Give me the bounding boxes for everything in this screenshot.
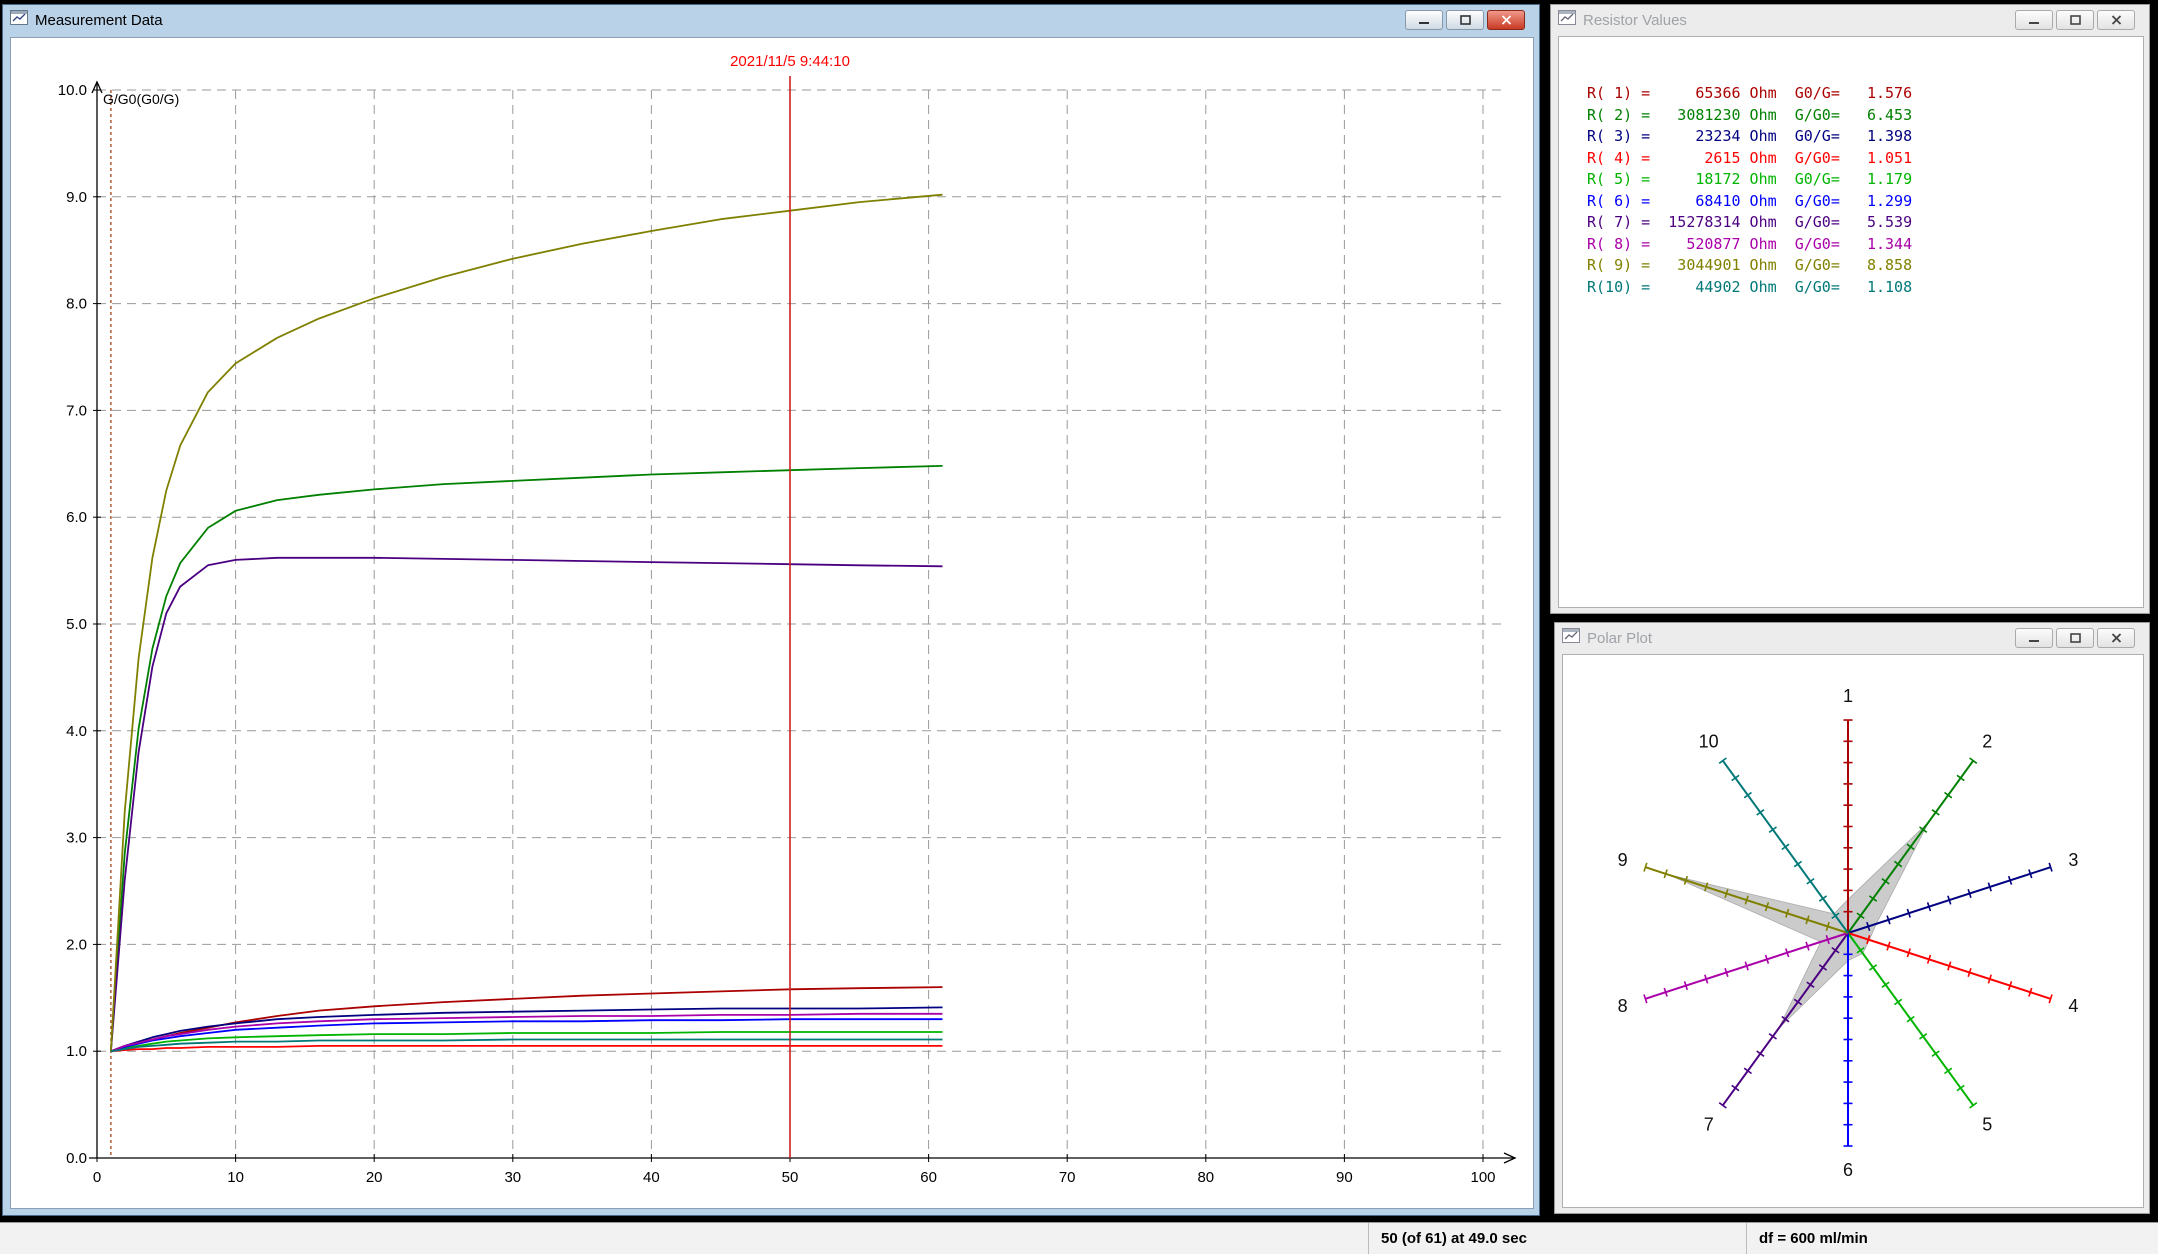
resistor-row: R(10) = 44902 Ohm G/G0= 1.108 <box>1587 277 2143 299</box>
desktop: Measurement Data 0.0 1.0 2.0 3.0 4.0 5.0 6.0 7.… <box>0 0 2158 1254</box>
svg-text:7.0: 7.0 <box>66 402 87 419</box>
svg-text:6.0: 6.0 <box>66 509 87 526</box>
resistor-row: R( 7) = 15278314 Ohm G/G0= 5.539 <box>1587 212 2143 234</box>
minimize-button[interactable] <box>2015 10 2053 30</box>
maximize-button[interactable] <box>2056 10 2094 30</box>
svg-text:90: 90 <box>1336 1169 1353 1186</box>
svg-text:10: 10 <box>227 1169 244 1186</box>
app-icon <box>1562 628 1580 648</box>
polar-plot-window: Polar Plot 1 2 3 4 5 6 7 8 9 10 <box>1554 622 2150 1214</box>
svg-text:60: 60 <box>920 1169 937 1186</box>
polar-plot-area: 1 2 3 4 5 6 7 8 9 10 <box>1562 654 2144 1208</box>
svg-text:2021/11/5 9:44:10: 2021/11/5 9:44:10 <box>730 53 850 70</box>
svg-text:3.0: 3.0 <box>66 830 87 847</box>
svg-text:0: 0 <box>93 1169 101 1186</box>
svg-text:80: 80 <box>1197 1169 1214 1186</box>
svg-text:9: 9 <box>1618 850 1628 870</box>
app-icon <box>10 10 28 30</box>
measurement-chart-svg[interactable]: 0.0 1.0 2.0 3.0 4.0 5.0 6.0 7.0 8.0 9.0 10.0 0 10 20 3… <box>11 38 1534 1209</box>
resistor-row: R( 6) = 68410 Ohm G/G0= 1.299 <box>1587 191 2143 213</box>
svg-text:8: 8 <box>1618 996 1628 1016</box>
close-button[interactable] <box>2097 10 2135 30</box>
minimize-button[interactable] <box>1405 10 1443 30</box>
svg-text:10.0: 10.0 <box>58 82 87 99</box>
svg-text:2: 2 <box>1982 731 1992 751</box>
resistor-row: R( 5) = 18172 Ohm G0/G= 1.179 <box>1587 169 2143 191</box>
measurement-chart-area[interactable]: 0.0 1.0 2.0 3.0 4.0 5.0 6.0 7.0 8.0 9.0 10.0 0 10 20 3… <box>10 37 1534 1209</box>
svg-text:100: 100 <box>1470 1169 1495 1186</box>
svg-text:1.0: 1.0 <box>66 1043 87 1060</box>
svg-text:70: 70 <box>1059 1169 1076 1186</box>
resistor-values-area: R( 1) = 65366 Ohm G0/G= 1.576R( 2) = 308… <box>1558 36 2144 608</box>
status-flow: df = 600 ml/min <box>1746 1223 2158 1254</box>
svg-text:5: 5 <box>1982 1115 1992 1135</box>
app-icon <box>1558 10 1576 30</box>
resistor-row: R( 1) = 65366 Ohm G0/G= 1.576 <box>1587 83 2143 105</box>
svg-text:50: 50 <box>782 1169 799 1186</box>
resistor-row: R( 9) = 3044901 Ohm G/G0= 8.858 <box>1587 255 2143 277</box>
measurement-data-window: Measurement Data 0.0 1.0 2.0 3.0 4.0 5.0 6.0 7.… <box>2 4 1540 1216</box>
svg-text:0.0: 0.0 <box>66 1150 87 1167</box>
polar-titlebar[interactable]: Polar Plot <box>1555 623 2149 653</box>
resistor-titlebar[interactable]: Resistor Values <box>1551 5 2149 35</box>
measurement-titlebar[interactable]: Measurement Data <box>3 5 1539 35</box>
polar-plot-svg: 1 2 3 4 5 6 7 8 9 10 <box>1563 655 2144 1208</box>
window-title: Resistor Values <box>1583 12 1687 29</box>
resistor-row: R( 8) = 520877 Ohm G/G0= 1.344 <box>1587 234 2143 256</box>
svg-text:4.0: 4.0 <box>66 723 87 740</box>
resistor-row: R( 2) = 3081230 Ohm G/G0= 6.453 <box>1587 105 2143 127</box>
status-bar: 50 (of 61) at 49.0 sec df = 600 ml/min <box>0 1222 2158 1254</box>
svg-text:4: 4 <box>2068 996 2078 1016</box>
svg-text:40: 40 <box>643 1169 660 1186</box>
svg-text:30: 30 <box>504 1169 521 1186</box>
maximize-button[interactable] <box>2056 628 2094 648</box>
close-button[interactable] <box>1487 10 1525 30</box>
resistor-row: R( 4) = 2615 Ohm G/G0= 1.051 <box>1587 148 2143 170</box>
status-empty-panel <box>0 1223 1368 1254</box>
svg-text:3: 3 <box>2068 850 2078 870</box>
svg-text:20: 20 <box>366 1169 383 1186</box>
resistor-row: R( 3) = 23234 Ohm G0/G= 1.398 <box>1587 126 2143 148</box>
svg-text:6: 6 <box>1843 1160 1853 1180</box>
status-progress: 50 (of 61) at 49.0 sec <box>1368 1223 1746 1254</box>
resistor-rows: R( 1) = 65366 Ohm G0/G= 1.576R( 2) = 308… <box>1559 37 2143 298</box>
svg-text:5.0: 5.0 <box>66 616 87 633</box>
svg-text:7: 7 <box>1704 1115 1714 1135</box>
window-title: Polar Plot <box>1587 630 1652 647</box>
svg-text:9.0: 9.0 <box>66 189 87 206</box>
svg-text:10: 10 <box>1699 731 1719 751</box>
resistor-values-window: Resistor Values R( 1) = 65366 Ohm G0/G= … <box>1550 4 2150 614</box>
maximize-button[interactable] <box>1446 10 1484 30</box>
svg-text:8.0: 8.0 <box>66 296 87 313</box>
window-title: Measurement Data <box>35 12 163 29</box>
close-button[interactable] <box>2097 628 2135 648</box>
minimize-button[interactable] <box>2015 628 2053 648</box>
svg-text:1: 1 <box>1843 686 1853 706</box>
svg-text:G/G0(G0/G): G/G0(G0/G) <box>103 91 179 107</box>
svg-text:2.0: 2.0 <box>66 936 87 953</box>
